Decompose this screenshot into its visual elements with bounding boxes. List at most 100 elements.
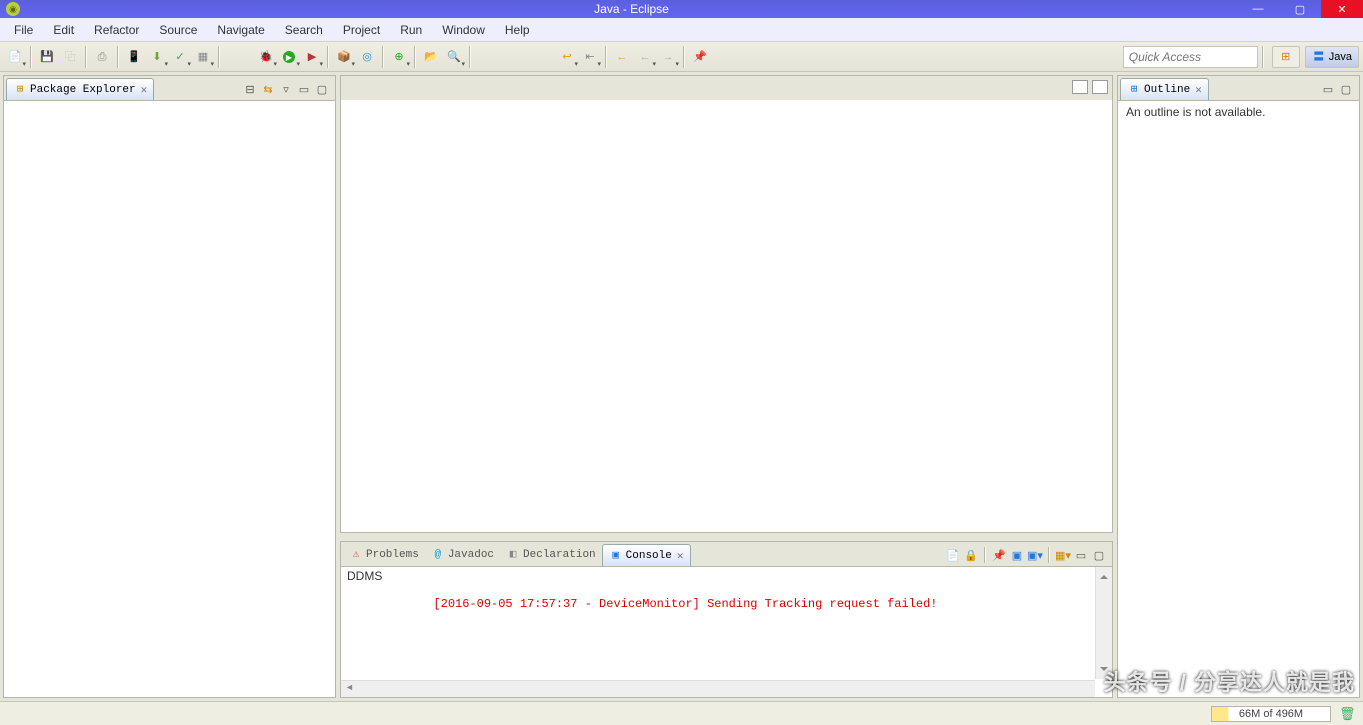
nav-back-button[interactable]: ← xyxy=(611,46,633,68)
lint-button[interactable]: ✓ xyxy=(169,46,191,68)
maximize-view-button[interactable]: ▢ xyxy=(314,81,330,97)
editor-area xyxy=(340,75,1113,533)
maximize-outline-button[interactable]: ▢ xyxy=(1338,81,1354,97)
window-controls: — ▢ ✕ xyxy=(1237,0,1363,18)
vertical-scrollbar[interactable] xyxy=(1095,567,1112,679)
sdk-manager-button[interactable]: ⬇ xyxy=(146,46,168,68)
main-toolbar: 📄 💾 ⿻ ⎙ 📱 ⬇ ✓ ▦ 🐞 ▶ ▶ 📦 ◎ ⊕ 📂 🔍 ↩ ⇤ ← ← … xyxy=(0,42,1363,72)
console-pin-button[interactable]: 📌 xyxy=(991,547,1007,563)
outline-body: An outline is not available. xyxy=(1118,100,1359,697)
outline-tabbar: ⊞ Outline ✕ ▭ ▢ xyxy=(1118,76,1359,100)
nav-last-button[interactable]: ↩ xyxy=(556,46,578,68)
open-type-button[interactable]: ⊕ xyxy=(388,46,410,68)
java-perspective-button[interactable]: 〓 Java xyxy=(1305,46,1359,68)
print-button[interactable]: ⎙ xyxy=(91,46,113,68)
menu-edit[interactable]: Edit xyxy=(43,20,84,40)
declaration-icon: ◧ xyxy=(506,548,520,562)
javadoc-icon: @ xyxy=(431,548,445,562)
minimize-editor-button[interactable] xyxy=(1072,80,1088,94)
package-explorer-body[interactable] xyxy=(4,100,335,697)
menu-source[interactable]: Source xyxy=(149,20,207,40)
console-body[interactable]: DDMS [2016-09-05 17:57:37 - DeviceMonito… xyxy=(341,566,1112,697)
console-action1-button[interactable]: 📄 xyxy=(945,547,961,563)
outline-message: An outline is not available. xyxy=(1126,105,1265,119)
console-action2-button[interactable]: 🔒 xyxy=(963,547,979,563)
debug-button[interactable]: 🐞 xyxy=(255,46,277,68)
window-title: Java - Eclipse xyxy=(26,2,1237,16)
collapse-all-button[interactable]: ⊟ xyxy=(242,81,258,97)
minimize-button[interactable]: — xyxy=(1237,0,1279,18)
package-explorer-title: Package Explorer xyxy=(30,84,136,96)
maximize-editor-button[interactable] xyxy=(1092,80,1108,94)
close-icon[interactable]: ✕ xyxy=(677,549,684,563)
console-display-button[interactable]: ▣ xyxy=(1009,547,1025,563)
open-task-button[interactable]: 📂 xyxy=(420,46,442,68)
package-explorer-tabbar: ⊞ Package Explorer ✕ ⊟ ⇆ ▿ ▭ ▢ xyxy=(4,76,335,100)
console-error-line: [2016-09-05 17:57:37 - DeviceMonitor] Se… xyxy=(433,597,937,611)
menu-bar: File Edit Refactor Source Navigate Searc… xyxy=(0,18,1363,42)
declaration-tab[interactable]: ◧ Declaration xyxy=(500,544,602,566)
eclipse-icon: ◉ xyxy=(6,2,20,16)
package-explorer-tab[interactable]: ⊞ Package Explorer ✕ xyxy=(6,78,154,100)
menu-project[interactable]: Project xyxy=(333,20,390,40)
close-icon[interactable]: ✕ xyxy=(1195,83,1202,97)
maximize-button[interactable]: ▢ xyxy=(1279,0,1321,18)
quick-access-input[interactable] xyxy=(1123,46,1258,68)
close-button[interactable]: ✕ xyxy=(1321,0,1363,18)
console-tab[interactable]: ▣ Console ✕ xyxy=(602,544,691,566)
nav-forward-button[interactable]: → xyxy=(657,46,679,68)
javadoc-tab[interactable]: @ Javadoc xyxy=(425,544,500,566)
view-menu-button[interactable]: ▿ xyxy=(278,81,294,97)
nav-annotation-prev-button[interactable]: ⇤ xyxy=(579,46,601,68)
console-icon: ▣ xyxy=(609,549,623,563)
menu-run[interactable]: Run xyxy=(390,20,432,40)
horizontal-scrollbar[interactable] xyxy=(341,680,1095,697)
nav-back-history-button[interactable]: ← xyxy=(634,46,656,68)
save-all-button[interactable]: ⿻ xyxy=(59,46,81,68)
console-new-button[interactable]: ▦▾ xyxy=(1055,547,1071,563)
outline-icon: ⊞ xyxy=(1127,83,1141,97)
maximize-console-button[interactable]: ▢ xyxy=(1091,547,1107,563)
link-editor-button[interactable]: ⇆ xyxy=(260,81,276,97)
editor-body[interactable] xyxy=(341,100,1112,532)
left-panel: ⊞ Package Explorer ✕ ⊟ ⇆ ▿ ▭ ▢ xyxy=(0,72,338,701)
new-class-button[interactable]: ◎ xyxy=(356,46,378,68)
workspace: ⊞ Package Explorer ✕ ⊟ ⇆ ▿ ▭ ▢ xyxy=(0,72,1363,701)
gc-button[interactable]: 🗑 xyxy=(1339,706,1355,722)
problems-icon: ⚠ xyxy=(349,548,363,562)
heap-status[interactable]: 66M of 496M xyxy=(1211,706,1331,722)
menu-search[interactable]: Search xyxy=(275,20,333,40)
save-button[interactable]: 💾 xyxy=(36,46,58,68)
menu-window[interactable]: Window xyxy=(432,20,495,40)
run-button[interactable]: ▶ xyxy=(278,46,300,68)
java-perspective-icon: 〓 xyxy=(1312,50,1326,64)
menu-refactor[interactable]: Refactor xyxy=(84,20,149,40)
menu-file[interactable]: File xyxy=(4,20,43,40)
new-button[interactable]: 📄 xyxy=(4,46,26,68)
status-bar: 66M of 496M 🗑 xyxy=(0,701,1363,725)
minimize-view-button[interactable]: ▭ xyxy=(296,81,312,97)
menu-help[interactable]: Help xyxy=(495,20,540,40)
new-package-button[interactable]: 📦 xyxy=(333,46,355,68)
bottom-tabbar: ⚠ Problems @ Javadoc ◧ Declaration ▣ Con… xyxy=(341,542,1112,566)
minimize-console-button[interactable]: ▭ xyxy=(1073,547,1089,563)
open-perspective-button[interactable]: ⊞ xyxy=(1272,46,1300,68)
pin-editor-button[interactable]: 📌 xyxy=(689,46,711,68)
avd-manager-button[interactable]: 📱 xyxy=(123,46,145,68)
run-last-button[interactable]: ▶ xyxy=(301,46,323,68)
console-header: DDMS xyxy=(347,569,1106,583)
console-select-button[interactable]: ▣▾ xyxy=(1027,547,1043,563)
watermark-text: 头条号 / 分享达人就是我 xyxy=(1104,665,1355,697)
package-explorer-icon: ⊞ xyxy=(13,83,27,97)
right-panel: ⊞ Outline ✕ ▭ ▢ An outline is not availa… xyxy=(1115,72,1363,701)
search-button[interactable]: 🔍 xyxy=(443,46,465,68)
new-android-button[interactable]: ▦ xyxy=(192,46,214,68)
problems-tab[interactable]: ⚠ Problems xyxy=(343,544,425,566)
minimize-outline-button[interactable]: ▭ xyxy=(1320,81,1336,97)
outline-title: Outline xyxy=(1144,84,1190,96)
java-perspective-label: Java xyxy=(1329,51,1352,63)
close-icon[interactable]: ✕ xyxy=(141,83,148,97)
window-titlebar: ◉ Java - Eclipse — ▢ ✕ xyxy=(0,0,1363,18)
outline-tab[interactable]: ⊞ Outline ✕ xyxy=(1120,78,1209,100)
menu-navigate[interactable]: Navigate xyxy=(207,20,274,40)
